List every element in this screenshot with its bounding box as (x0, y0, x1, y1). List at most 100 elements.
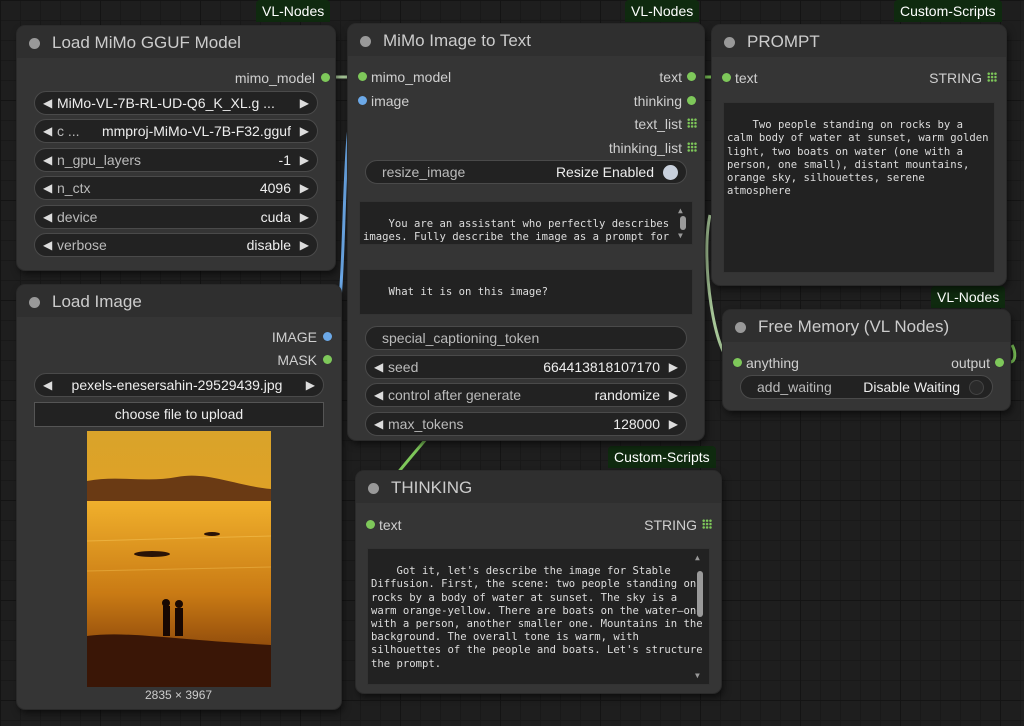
widget-n-ctx[interactable]: ◀ n_ctx 4096 ▶ (34, 176, 318, 200)
node-thinking[interactable]: THINKING text STRING Got it, let's descr… (356, 471, 721, 693)
badge-thinking: Custom-Scripts (608, 446, 716, 468)
collapse-dot-icon[interactable] (29, 38, 40, 49)
arrow-right-icon[interactable]: ▶ (300, 177, 309, 199)
collapse-dot-icon[interactable] (724, 37, 735, 48)
toggle-resize-image[interactable]: resize_image Resize Enabled (365, 160, 687, 184)
node-load-image[interactable]: Load Image IMAGE MASK ◀ pexels-enesersah… (17, 285, 341, 709)
output-text[interactable]: text (659, 68, 696, 86)
output-slot-dot[interactable] (323, 332, 332, 341)
arrow-right-icon[interactable]: ▶ (300, 120, 309, 142)
input-text[interactable]: text (366, 516, 402, 534)
widget-value: Resize Enabled (555, 164, 654, 180)
input-anything[interactable]: anything (733, 354, 799, 372)
widget-verbose[interactable]: ◀ verbose disable ▶ (34, 233, 318, 257)
list-grid-icon[interactable] (687, 142, 697, 152)
scroll-thumb[interactable] (697, 571, 703, 617)
toggle-add-waiting[interactable]: add_waiting Disable Waiting (740, 375, 993, 399)
collapse-dot-icon[interactable] (29, 297, 40, 308)
arrow-left-icon[interactable]: ◀ (43, 120, 52, 142)
widget-max-tokens[interactable]: ◀ max_tokens 128000 ▶ (365, 412, 687, 436)
output-output[interactable]: output (951, 354, 1004, 372)
arrow-left-icon[interactable]: ◀ (43, 149, 52, 171)
arrow-left-icon[interactable]: ◀ (43, 234, 52, 256)
arrow-right-icon[interactable]: ▶ (669, 384, 678, 406)
output-slot-dot[interactable] (687, 96, 696, 105)
input-image[interactable]: image (358, 92, 409, 110)
arrow-left-icon[interactable]: ◀ (374, 356, 383, 378)
arrow-right-icon[interactable]: ▶ (300, 234, 309, 256)
arrow-right-icon[interactable]: ▶ (300, 149, 309, 171)
arrow-right-icon[interactable]: ▶ (300, 92, 309, 114)
node-prompt[interactable]: PROMPT text STRING Two people standing o… (712, 25, 1006, 285)
collapse-dot-icon[interactable] (735, 322, 746, 333)
input-slot-dot[interactable] (358, 72, 367, 81)
output-string[interactable]: STRING (644, 516, 712, 534)
output-thinking-list[interactable]: thinking_list (609, 139, 697, 157)
scrollbar[interactable]: ▲ ▼ (676, 204, 690, 242)
user-prompt-textarea[interactable]: What it is on this image? (359, 269, 693, 315)
widget-image-file[interactable]: ◀ pexels-enesersahin-29529439.jpg ▶ (34, 373, 324, 397)
widget-seed[interactable]: ◀ seed 664413818107170 ▶ (365, 355, 687, 379)
node-title-bar[interactable]: Load MiMo GGUF Model (17, 26, 335, 58)
input-slot-dot[interactable] (722, 73, 731, 82)
scrollbar[interactable]: ▲ ▼ (693, 551, 707, 682)
widget-n-gpu-layers[interactable]: ◀ n_gpu_layers -1 ▶ (34, 148, 318, 172)
node-mimo-image-to-text[interactable]: MiMo Image to Text mimo_model image text… (348, 24, 704, 440)
list-grid-icon[interactable] (702, 519, 712, 529)
output-thinking[interactable]: thinking (634, 92, 696, 110)
collapse-dot-icon[interactable] (360, 36, 371, 47)
output-slot-dot[interactable] (323, 355, 332, 364)
arrow-left-icon[interactable]: ◀ (43, 92, 52, 114)
input-slot-dot[interactable] (358, 96, 367, 105)
input-text[interactable]: text (722, 69, 758, 87)
thinking-textarea[interactable]: Got it, let's describe the image for Sta… (367, 548, 710, 685)
arrow-left-icon[interactable]: ◀ (43, 374, 52, 396)
output-string[interactable]: STRING (929, 69, 997, 87)
node-title-bar[interactable]: PROMPT (712, 25, 1006, 57)
output-slot-dot[interactable] (687, 72, 696, 81)
output-slot-dot[interactable] (321, 73, 330, 82)
output-slot-dot[interactable] (995, 358, 1004, 367)
node-title: Load Image (52, 292, 142, 311)
arrow-right-icon[interactable]: ▶ (669, 356, 678, 378)
widget-special-captioning-token[interactable]: special_captioning_token (365, 326, 687, 350)
input-label: image (371, 93, 410, 109)
arrow-left-icon[interactable]: ◀ (43, 177, 52, 199)
toggle-knob[interactable] (663, 165, 678, 180)
arrow-left-icon[interactable]: ◀ (43, 206, 52, 228)
node-title-bar[interactable]: Free Memory (VL Nodes) (723, 310, 1010, 342)
widget-value: randomize (594, 387, 660, 403)
scroll-down-icon[interactable]: ▼ (695, 669, 700, 682)
arrow-right-icon[interactable]: ▶ (669, 413, 678, 435)
output-image[interactable]: IMAGE (272, 328, 332, 346)
scroll-up-icon[interactable]: ▲ (695, 551, 700, 564)
node-title-bar[interactable]: MiMo Image to Text (348, 24, 704, 56)
widget-clip-file[interactable]: ◀ c ... mmproj-MiMo-VL-7B-F32.gguf ▶ (34, 119, 318, 143)
toggle-knob[interactable] (969, 380, 984, 395)
node-free-memory[interactable]: Free Memory (VL Nodes) anything output a… (723, 310, 1010, 410)
output-label: output (951, 355, 990, 371)
node-title-bar[interactable]: THINKING (356, 471, 721, 503)
input-slot-dot[interactable] (366, 520, 375, 529)
arrow-right-icon[interactable]: ▶ (300, 206, 309, 228)
input-mimo-model[interactable]: mimo_model (358, 68, 451, 86)
output-mimo-model[interactable]: mimo_model (235, 69, 330, 87)
widget-control-after-generate[interactable]: ◀ control after generate randomize ▶ (365, 383, 687, 407)
list-grid-icon[interactable] (987, 72, 997, 82)
scroll-down-icon[interactable]: ▼ (678, 229, 683, 242)
widget-model-file[interactable]: ◀ MiMo-VL-7B-RL-UD-Q6_K_XL.g ... ▶ (34, 91, 318, 115)
prompt-textarea[interactable]: Two people standing on rocks by a calm b… (723, 102, 995, 273)
list-grid-icon[interactable] (687, 118, 697, 128)
output-mask[interactable]: MASK (277, 351, 332, 369)
output-text-list[interactable]: text_list (635, 115, 697, 133)
arrow-right-icon[interactable]: ▶ (306, 374, 315, 396)
node-load-mimo-model[interactable]: Load MiMo GGUF Model mimo_model ◀ MiMo-V… (17, 26, 335, 270)
collapse-dot-icon[interactable] (368, 483, 379, 494)
node-title-bar[interactable]: Load Image (17, 285, 341, 317)
upload-button[interactable]: choose file to upload (34, 402, 324, 427)
system-prompt-textarea[interactable]: You are an assistant who perfectly descr… (359, 201, 693, 245)
arrow-left-icon[interactable]: ◀ (374, 413, 383, 435)
widget-device[interactable]: ◀ device cuda ▶ (34, 205, 318, 229)
arrow-left-icon[interactable]: ◀ (374, 384, 383, 406)
input-slot-dot[interactable] (733, 358, 742, 367)
